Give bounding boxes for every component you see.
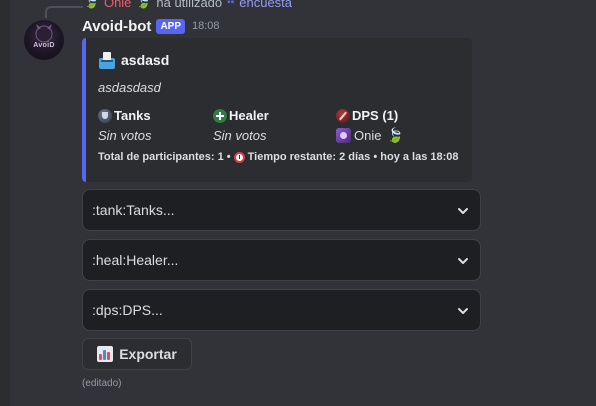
field-dps-value: Onie 🍃 (336, 127, 404, 144)
select-dps[interactable]: :dps:DPS... (82, 289, 481, 331)
slash-command-icon: ▪▪ (227, 0, 235, 8)
bar-chart-icon (97, 346, 114, 362)
poll-embed: asdasd asdasdasd Tanks Sin votos Healer … (82, 38, 472, 182)
embed-description: asdasdasd (98, 80, 161, 95)
edited-label: (editado) (82, 378, 122, 389)
dps-icon (336, 108, 350, 123)
select-healer[interactable]: :heal:Healer... (82, 239, 481, 281)
bot-avatar[interactable]: AvoiD (24, 20, 64, 60)
select-dps-placeholder: :dps:DPS... (92, 302, 163, 318)
alarm-clock-icon (233, 151, 245, 163)
field-tanks-name: Tanks (98, 107, 151, 124)
command-name[interactable]: encuesta (239, 0, 292, 10)
server-sidebar-edge (0, 0, 10, 406)
field-tanks-value: Sin votos (98, 128, 152, 143)
field-dps-name: DPS (1) (336, 107, 404, 124)
embed-title-text: asdasd (121, 52, 170, 68)
command-reply-context[interactable]: 🍃 Onie 🍃 ha utilizado ▪▪ encuesta (84, 0, 292, 10)
app-badge: APP (156, 18, 185, 34)
field-healer-value: Sin votos (213, 128, 267, 143)
embed-footer: Total de participantes: 1 • Tiempo resta… (98, 151, 459, 163)
ballot-box-icon (98, 51, 116, 69)
reply-connector-line (45, 6, 83, 18)
chevron-down-icon (458, 258, 468, 264)
field-tanks: Tanks Sin votos (98, 107, 151, 144)
leaf-emoji-icon: 🍃 (136, 0, 152, 9)
author-name[interactable]: Avoid-bot (82, 18, 151, 35)
message-header: Avoid-bot APP 18:08 (82, 16, 220, 36)
heal-icon (213, 108, 227, 123)
field-dps-voter: Onie (354, 128, 382, 143)
field-dps: DPS (1) Onie 🍃 (336, 107, 404, 144)
user-emoji-icon (336, 128, 351, 143)
avatar-emblem-icon (35, 24, 53, 43)
footer-participants: Total de participantes: 1 • (98, 151, 231, 163)
message-timestamp[interactable]: 18:08 (192, 20, 220, 32)
field-dps-label: DPS (1) (352, 108, 399, 123)
select-healer-placeholder: :heal:Healer... (92, 252, 179, 268)
select-tanks-placeholder: :tank:Tanks... (92, 202, 175, 218)
footer-time-left: Tiempo restante: 2 días • hoy a las 18:0… (247, 151, 459, 163)
leaf-emoji-icon: 🍃 (84, 0, 99, 9)
select-tanks[interactable]: :tank:Tanks... (82, 189, 481, 231)
chevron-down-icon (458, 308, 468, 314)
field-healer: Healer Sin votos (213, 107, 269, 144)
embed-title: asdasd (98, 51, 169, 69)
reply-action-text: ha utilizado (156, 0, 223, 10)
reply-user-name[interactable]: Onie (104, 0, 131, 10)
avatar-logo-text: AvoiD (33, 42, 55, 49)
chevron-down-icon (458, 208, 468, 214)
field-healer-name: Healer (213, 107, 269, 124)
export-button[interactable]: Exportar (82, 338, 192, 370)
field-healer-label: Healer (229, 108, 269, 123)
shield-icon (98, 108, 112, 123)
field-tanks-label: Tanks (114, 108, 151, 123)
leaf-emoji-icon: 🍃 (386, 127, 404, 143)
export-button-label: Exportar (119, 346, 177, 362)
